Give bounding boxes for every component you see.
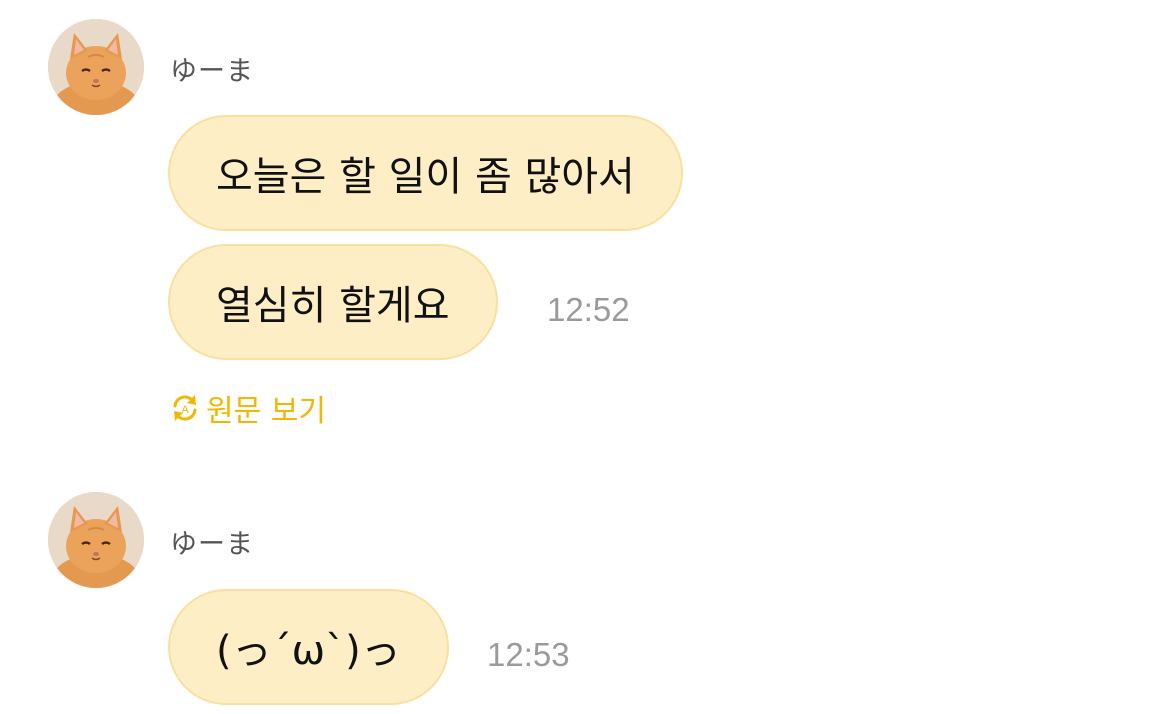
- avatar[interactable]: [48, 492, 144, 588]
- translate-refresh-icon: A: [168, 391, 202, 425]
- svg-text:A: A: [181, 404, 189, 416]
- message-bubble[interactable]: 열심히 할게요: [168, 244, 498, 360]
- message-text: 열심히 할게요: [216, 283, 450, 329]
- message-timestamp: 12:52: [547, 291, 630, 328]
- view-original-label: 원문 보기: [206, 394, 326, 429]
- sender-name: ゆーま: [170, 56, 254, 87]
- message-bubble[interactable]: (っ´ω`)っ: [168, 589, 449, 705]
- message-timestamp: 12:53: [487, 636, 570, 673]
- cat-avatar-image: [48, 492, 144, 588]
- avatar[interactable]: [48, 19, 144, 115]
- cat-avatar-image: [48, 19, 144, 115]
- view-original-link[interactable]: A 원문 보기: [168, 388, 326, 429]
- message-bubble[interactable]: 오늘은 할 일이 좀 많아서: [168, 115, 683, 231]
- sender-name: ゆーま: [170, 529, 254, 560]
- message-text: (っ´ω`)っ: [216, 628, 401, 674]
- message-text: 오늘은 할 일이 좀 많아서: [216, 154, 635, 200]
